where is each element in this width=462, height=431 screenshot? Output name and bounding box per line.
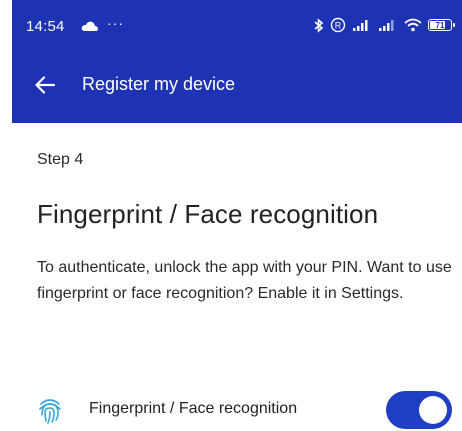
step-label: Step 4 xyxy=(37,151,84,168)
battery-icon: 71 xyxy=(428,19,455,31)
bluetooth-icon xyxy=(314,17,324,33)
biometric-setting-row[interactable]: Fingerprint / Face recognition xyxy=(37,391,457,431)
signal-icon-2 xyxy=(379,20,394,31)
wifi-icon xyxy=(404,18,422,32)
registered-icon: R xyxy=(330,17,346,33)
top-header: 14:54 ··· R 71 Register my device xyxy=(12,0,462,123)
status-bar: 14:54 ··· R 71 xyxy=(12,0,462,50)
back-button[interactable] xyxy=(30,70,60,100)
status-icons: R 71 xyxy=(314,17,455,33)
biometric-toggle[interactable] xyxy=(386,391,452,429)
page-title: Fingerprint / Face recognition xyxy=(37,199,379,229)
arrow-left-icon xyxy=(35,76,55,94)
description-text: To authenticate, unlock the app with you… xyxy=(37,259,452,302)
status-time: 14:54 xyxy=(26,18,65,35)
signal-icon-1 xyxy=(353,20,368,31)
battery-level: 71 xyxy=(435,20,445,30)
app-bar-title: Register my device xyxy=(82,74,236,94)
app-bar: Register my device xyxy=(12,58,462,114)
svg-text:R: R xyxy=(335,21,342,31)
fingerprint-icon xyxy=(37,395,63,430)
toggle-knob xyxy=(419,396,447,424)
notification-dots: ··· xyxy=(107,15,124,31)
cloud-icon xyxy=(81,19,99,37)
setting-label: Fingerprint / Face recognition xyxy=(89,400,298,417)
